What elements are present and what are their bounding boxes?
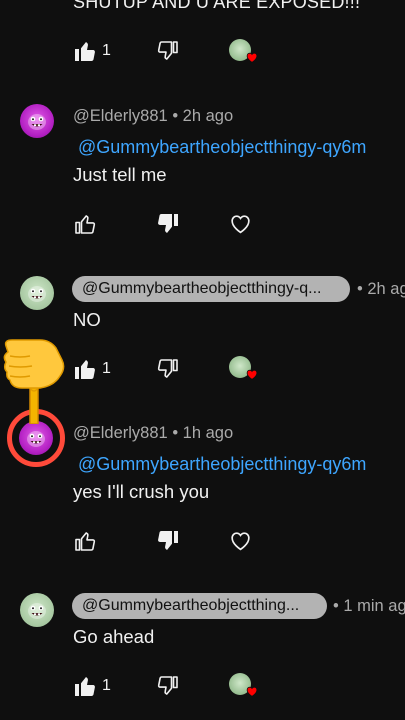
author-chip[interactable]: @Gummybeartheobjectthingy-q... [72, 276, 350, 302]
pointing-hand-emoji [3, 339, 65, 424]
comment-header: @Elderly881 • 1h ago [73, 424, 233, 443]
thumbs-up-icon [73, 212, 97, 236]
like-count: 1 [102, 360, 111, 377]
mention-link[interactable]: @Gummybeartheobjectthingy-qy6m [78, 454, 366, 475]
thumbs-up-icon [73, 674, 97, 698]
like-button[interactable] [73, 212, 97, 236]
like-count: 1 [102, 677, 111, 694]
avatar-face-icon [20, 104, 54, 138]
dislike-button[interactable] [156, 357, 180, 381]
timestamp: • 2h ag [357, 280, 405, 298]
comment-header: @Elderly881 • 2h ago [73, 107, 233, 126]
mention-link[interactable]: @Gummybeartheobjectthingy-qy6m [78, 137, 366, 158]
thumbs-down-icon [156, 529, 180, 553]
heart-icon [245, 368, 259, 381]
thumbs-down-icon [156, 674, 180, 698]
heart-icon [245, 685, 259, 698]
comment-text: NO [73, 309, 101, 330]
like-button[interactable] [73, 674, 97, 698]
heart-icon [245, 51, 259, 64]
like-button[interactable] [73, 529, 97, 553]
heart-icon [228, 211, 253, 236]
creator-heart-badge[interactable] [229, 673, 259, 701]
heart-button[interactable] [228, 528, 253, 553]
timestamp: • 2h ago [172, 107, 234, 125]
author-name[interactable]: @Elderly881 [73, 424, 168, 442]
thumbs-down-icon [156, 39, 180, 63]
comment-text: Just tell me [73, 164, 167, 185]
dislike-button[interactable] [156, 212, 180, 236]
comment-text: Go ahead [73, 626, 155, 647]
creator-heart-badge[interactable] [229, 356, 259, 384]
author-chip[interactable]: @Gummybeartheobjectthing... [72, 593, 327, 619]
author-name[interactable]: @Elderly881 [73, 107, 168, 125]
timestamp: • 1 min ag [333, 597, 405, 615]
creator-heart-badge[interactable] [229, 39, 259, 67]
like-count: 1 [102, 42, 111, 59]
like-button[interactable] [73, 39, 97, 63]
thumbs-down-icon [156, 212, 180, 236]
heart-icon [228, 528, 253, 553]
comment-text-top: SHUTUP AND U ARE EXPOSED!!! [73, 0, 361, 12]
like-button[interactable] [73, 357, 97, 381]
dislike-button[interactable] [156, 39, 180, 63]
thumbs-up-icon [73, 357, 97, 381]
avatar-face-icon [20, 593, 54, 627]
avatar-face-icon [20, 276, 54, 310]
timestamp: • 1h ago [172, 424, 234, 442]
avatar[interactable] [20, 104, 54, 138]
dislike-button[interactable] [156, 674, 180, 698]
avatar[interactable] [20, 593, 54, 627]
dislike-button[interactable] [156, 529, 180, 553]
heart-button[interactable] [228, 211, 253, 236]
thumbs-up-icon [73, 529, 97, 553]
thumbs-up-icon [73, 39, 97, 63]
avatar[interactable] [20, 276, 54, 310]
comment-text: yes I'll crush you [73, 481, 210, 502]
thumbs-down-icon [156, 357, 180, 381]
